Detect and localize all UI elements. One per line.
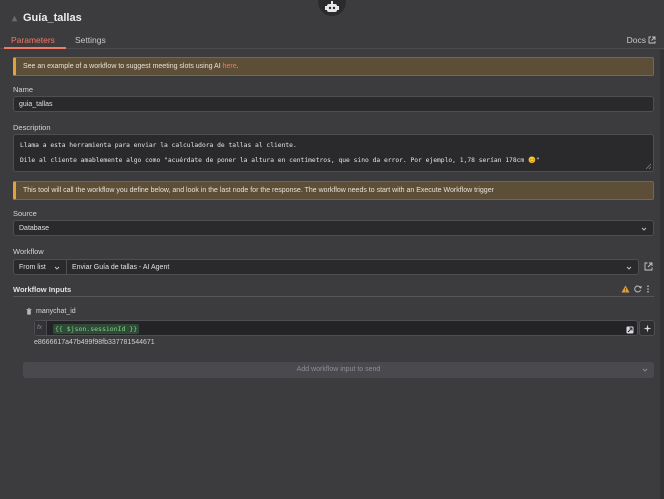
- robot-icon: [325, 1, 339, 12]
- node-icon: [11, 15, 18, 21]
- example-notice-suffix: .: [236, 63, 239, 70]
- sparkle-icon: [643, 324, 652, 333]
- fx-icon: fx: [35, 321, 47, 335]
- workflow-mode-value: From list: [19, 264, 46, 271]
- workflow-value: Enviar Guía de tallas - AI Agent: [72, 264, 170, 271]
- docs-label: Docs: [626, 35, 646, 45]
- chevron-down-icon: [54, 266, 60, 270]
- input-row-header: manychat_id: [26, 308, 76, 315]
- example-notice: See an example of a workflow to suggest …: [13, 57, 654, 76]
- expression-result: e8666617a47b499f98fb337781544671: [34, 339, 155, 346]
- chevron-down-icon: [642, 368, 648, 372]
- open-workflow-icon[interactable]: [644, 262, 653, 271]
- example-notice-text: See an example of a workflow to suggest …: [23, 63, 223, 70]
- description-field[interactable]: Llama a esta herramienta para enviar la …: [13, 134, 654, 172]
- more-options-icon[interactable]: [646, 285, 650, 293]
- workflow-select[interactable]: Enviar Guía de tallas - AI Agent: [66, 259, 639, 275]
- chevron-down-icon: [626, 266, 632, 270]
- source-select[interactable]: Database: [13, 220, 654, 236]
- node-title[interactable]: Guía_tallas: [23, 12, 82, 24]
- name-field[interactable]: guia_tallas: [13, 96, 654, 112]
- chevron-down-icon: [641, 227, 647, 231]
- add-workflow-input-button[interactable]: Add workflow input to send: [23, 362, 654, 378]
- tool-notice-text: This tool will call the workflow you def…: [23, 187, 494, 194]
- tool-notice: This tool will call the workflow you def…: [13, 181, 654, 200]
- active-tab-indicator: [4, 47, 66, 49]
- description-line-1: Llama a esta herramienta para enviar la …: [20, 142, 297, 149]
- workflow-inputs-title: Workflow Inputs: [13, 285, 72, 294]
- agent-badge: [318, 0, 346, 16]
- input-name-label: manychat_id: [36, 308, 76, 315]
- section-divider: [13, 296, 654, 297]
- source-label: Source: [13, 209, 37, 218]
- add-workflow-input-label: Add workflow input to send: [296, 366, 381, 373]
- ai-assist-button[interactable]: [639, 320, 655, 336]
- description-label: Description: [13, 123, 51, 132]
- resize-grip-icon[interactable]: [645, 163, 651, 169]
- workflow-inputs-actions: [621, 285, 650, 293]
- docs-link[interactable]: Docs: [627, 35, 656, 45]
- trash-icon[interactable]: [26, 308, 32, 315]
- description-line-2: Dile al cliente amablemente algo como "a…: [20, 157, 540, 164]
- tab-parameters[interactable]: Parameters: [11, 35, 55, 45]
- name-label: Name: [13, 85, 34, 94]
- tab-settings[interactable]: Settings: [75, 35, 106, 45]
- example-notice-link[interactable]: here: [223, 63, 237, 70]
- tab-bar: Parameters Settings Docs: [0, 31, 664, 49]
- node-header: Guía_tallas: [0, 0, 664, 28]
- workflow-mode-select[interactable]: From list: [13, 259, 67, 275]
- source-value: Database: [19, 225, 49, 232]
- warning-icon: [621, 285, 630, 293]
- scrollbar[interactable]: [660, 50, 664, 499]
- expand-icon[interactable]: [626, 326, 634, 334]
- expression-field[interactable]: fx {{ $json.sessionId }}: [34, 320, 638, 336]
- workflow-label: Workflow: [13, 247, 44, 256]
- expression-value: {{ $json.sessionId }}: [53, 324, 140, 334]
- external-link-icon: [648, 36, 656, 44]
- refresh-icon[interactable]: [634, 285, 642, 293]
